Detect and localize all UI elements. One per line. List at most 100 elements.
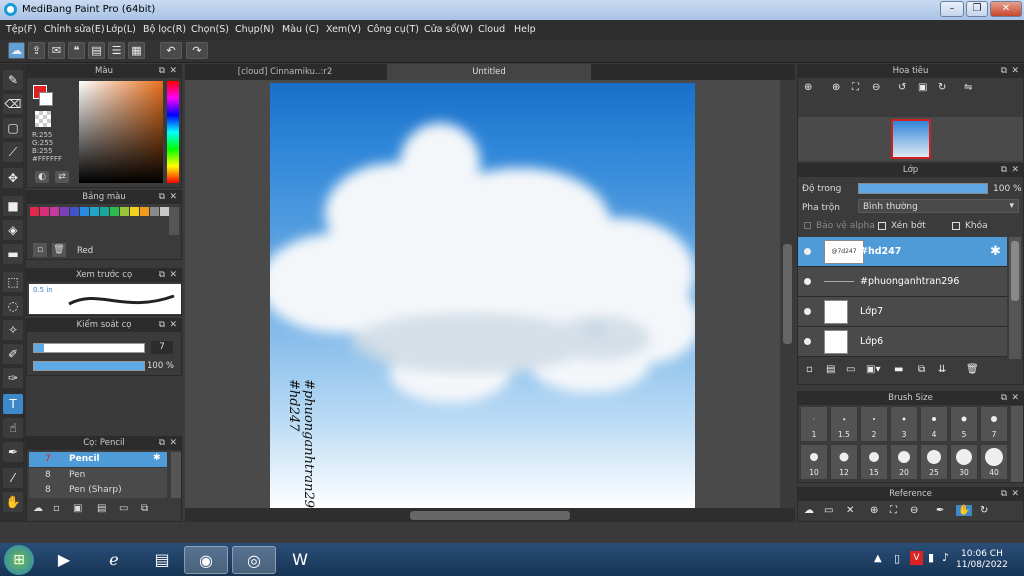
panel-close-icon[interactable]: ✕: [1011, 488, 1019, 501]
brush-size-option[interactable]: 7: [980, 406, 1008, 442]
palette-swatch[interactable]: [50, 207, 59, 216]
cloud-icon[interactable]: ☁: [804, 505, 814, 516]
panel-close-icon[interactable]: ✕: [169, 319, 177, 332]
select-pen-icon[interactable]: ✐: [3, 344, 23, 364]
add-brush-icon[interactable]: ▣: [73, 503, 82, 514]
minimize-button[interactable]: –: [940, 1, 964, 17]
undock-icon[interactable]: ⧉: [1001, 392, 1007, 405]
undock-icon[interactable]: ⧉: [159, 269, 165, 282]
open-folder-icon[interactable]: ▭: [824, 505, 833, 516]
color-swap-icon[interactable]: ⇄: [55, 171, 69, 183]
menu-help[interactable]: Help: [514, 24, 536, 35]
delete-layer-icon[interactable]: 🗑: [966, 364, 979, 375]
cloud-icon[interactable]: ☁: [8, 42, 25, 59]
rotate-icon[interactable]: ↻: [980, 505, 988, 516]
clock[interactable]: 10:06 CH 11/08/2022: [956, 549, 1008, 571]
line-tool-icon[interactable]: ⟋: [3, 142, 23, 162]
menu-capture[interactable]: Chụp(N): [235, 24, 274, 35]
tab-untitled[interactable]: Untitled: [387, 64, 591, 80]
brush-size-option[interactable]: 20: [890, 444, 918, 480]
new-layer-icon[interactable]: ▫: [806, 364, 813, 375]
delete-palette-icon[interactable]: 🗑: [52, 243, 66, 257]
add-layer-menu-icon[interactable]: ▣▾: [866, 364, 880, 375]
menu-tools[interactable]: Công cụ(T): [367, 24, 419, 35]
menu-cloud[interactable]: Cloud: [478, 24, 505, 35]
tray-expand-icon[interactable]: ▲: [874, 553, 882, 564]
undock-icon[interactable]: ⧉: [159, 65, 165, 78]
visibility-eye-icon[interactable]: [804, 338, 811, 345]
menu-file[interactable]: Tệp(F): [6, 24, 37, 35]
layer-opacity-slider[interactable]: [858, 183, 988, 194]
palette-swatch[interactable]: [130, 207, 139, 216]
brush-settings-icon[interactable]: ▤: [97, 503, 106, 514]
menu-filter[interactable]: Bộ lọc(R): [143, 24, 186, 35]
panel-close-icon[interactable]: ✕: [169, 269, 177, 282]
undock-icon[interactable]: ⧉: [1001, 65, 1007, 78]
panel-close-icon[interactable]: ✕: [1011, 392, 1019, 405]
folder-icon[interactable]: ▬: [894, 364, 903, 375]
menu-color[interactable]: Màu (C): [282, 24, 319, 35]
secondary-color-swatch[interactable]: [39, 92, 53, 106]
tray-device-icon[interactable]: ▯: [894, 552, 900, 565]
menu-select[interactable]: Chọn(S): [191, 24, 229, 35]
brush-size-value[interactable]: 7: [151, 341, 173, 354]
undock-icon[interactable]: ⧉: [1001, 164, 1007, 177]
zoom-in-icon[interactable]: ⊕: [870, 505, 878, 516]
rotate-left-icon[interactable]: ↺: [898, 82, 906, 93]
bucket-tool-icon[interactable]: ◈: [3, 220, 23, 240]
word-icon[interactable]: W: [278, 546, 322, 574]
eyedropper-icon[interactable]: ⁄: [3, 468, 23, 488]
share-icon[interactable]: ⇪: [28, 42, 45, 59]
reset-rotation-icon[interactable]: ▣: [918, 82, 927, 93]
brush-size-option[interactable]: 25: [920, 444, 948, 480]
brush-size-option[interactable]: 1.5: [830, 406, 858, 442]
palette-swatch[interactable]: [110, 207, 119, 216]
chrome-icon[interactable]: ◎: [232, 546, 276, 574]
hand-tool-icon[interactable]: ✋: [3, 492, 23, 512]
rotate-right-icon[interactable]: ↻: [938, 82, 946, 93]
folder-icon[interactable]: ▭: [119, 503, 128, 514]
select-eraser-icon[interactable]: ✑: [3, 368, 23, 388]
start-button[interactable]: ⊞: [4, 545, 34, 575]
menu-view[interactable]: Xem(V): [326, 24, 361, 35]
gear-icon[interactable]: ✱: [990, 244, 1001, 259]
undock-icon[interactable]: ⧉: [159, 319, 165, 332]
magic-wand-icon[interactable]: ✧: [3, 320, 23, 340]
undock-icon[interactable]: ⧉: [159, 437, 165, 450]
palette-swatch[interactable]: [40, 207, 49, 216]
redo-icon[interactable]: ↷: [186, 42, 208, 59]
color-mode-icon[interactable]: ◐: [35, 171, 49, 183]
brush-size-option[interactable]: 10: [800, 444, 828, 480]
brush-item[interactable]: 7 Pencil ✱: [29, 452, 167, 467]
dropper-icon[interactable]: ✒: [936, 505, 944, 516]
undock-icon[interactable]: ⧉: [159, 191, 165, 204]
tray-volume-icon[interactable]: ♪: [942, 551, 949, 564]
file-explorer-icon[interactable]: ▤: [140, 546, 184, 574]
palette-swatch[interactable]: [140, 207, 149, 216]
new-8bit-layer-icon[interactable]: ▭: [846, 364, 855, 375]
gradient-tool-icon[interactable]: ▬: [3, 244, 23, 264]
palette-swatch[interactable]: [80, 207, 89, 216]
undo-icon[interactable]: ↶: [160, 42, 182, 59]
palette-swatch[interactable]: [100, 207, 109, 216]
tray-antivirus-icon[interactable]: V: [910, 551, 923, 565]
brush-size-option[interactable]: 12: [830, 444, 858, 480]
transparent-swatch[interactable]: [35, 111, 51, 127]
palette-swatch[interactable]: [120, 207, 129, 216]
layer-row[interactable]: #phuonganhtran296: [798, 267, 1007, 297]
fit-icon[interactable]: ⛶: [890, 505, 897, 516]
menu-window[interactable]: Cửa sổ(W): [424, 24, 473, 35]
panel-close-icon[interactable]: ✕: [1011, 65, 1019, 78]
layer-row[interactable]: @7d247 #hd247 ✱: [798, 237, 1007, 267]
drawing-canvas[interactable]: #phuonganhtran296 #hd247: [270, 83, 695, 508]
undock-icon[interactable]: ⧉: [1001, 488, 1007, 501]
merge-down-icon[interactable]: ⇊: [938, 364, 946, 375]
brush-size-option[interactable]: 4: [920, 406, 948, 442]
palette-swatch[interactable]: [150, 207, 159, 216]
maximize-button[interactable]: ❐: [966, 1, 988, 17]
list-icon[interactable]: ☰: [108, 42, 125, 59]
operation-tool-icon[interactable]: ☝: [3, 418, 23, 438]
lock-checkbox[interactable]: [952, 222, 960, 230]
panel-close-icon[interactable]: ✕: [169, 437, 177, 450]
text-tool-icon[interactable]: T: [3, 394, 23, 414]
